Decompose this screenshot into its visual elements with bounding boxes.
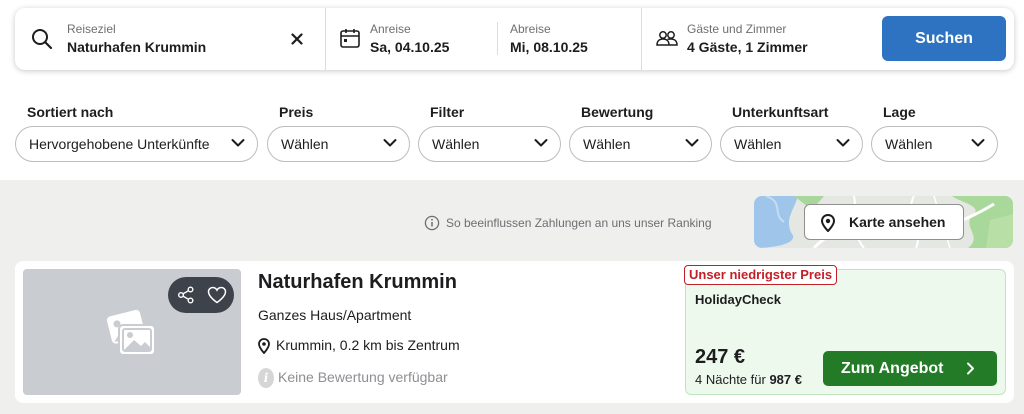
info-badge-icon: i — [258, 368, 274, 388]
price-select[interactable]: Wählen — [267, 126, 410, 162]
map-pin-icon — [821, 214, 835, 232]
guests-label: Gäste und Zimmer — [687, 22, 787, 36]
filter-filter: Filter Wählen — [418, 104, 561, 162]
filter-location: Lage Wählen — [871, 104, 998, 162]
destination-label: Reiseziel — [67, 22, 116, 36]
filter-title: Filter — [430, 104, 465, 120]
location-select[interactable]: Wählen — [871, 126, 998, 162]
offer-box[interactable]: Unser niedrigster Preis HolidayCheck 247… — [684, 265, 1006, 395]
departure-label: Abreise — [510, 22, 551, 36]
offer-button-label: Zum Angebot — [841, 360, 944, 377]
filter-title: Bewertung — [581, 104, 654, 120]
heart-icon — [207, 286, 227, 304]
filter-title: Sortiert nach — [27, 104, 114, 120]
search-bar: Reiseziel Naturhafen Krummin Anreise Sa,… — [15, 8, 1014, 70]
offer-provider: HolidayCheck — [695, 292, 781, 307]
offer-total: 4 Nächte für 987 € — [695, 372, 802, 387]
rating-text: Keine Bewertung verfügbar — [278, 369, 448, 385]
sort-select[interactable]: Hervorgehobene Unterkünfte — [15, 126, 258, 162]
offer-total-value: 987 € — [769, 372, 802, 387]
view-map-button[interactable]: Karte ansehen — [804, 204, 964, 240]
clear-icon[interactable] — [291, 33, 303, 45]
date-range-field[interactable]: Anreise Sa, 04.10.25 Abreise Mi, 08.10.2… — [325, 8, 641, 70]
accommodation-type: Ganzes Haus/Apartment — [258, 307, 412, 323]
photo-actions — [168, 277, 234, 313]
offer-price: 247 € — [695, 346, 746, 368]
chevron-down-icon — [685, 139, 699, 147]
view-map-label: Karte ansehen — [849, 214, 946, 230]
destination-value: Naturhafen Krummin — [67, 39, 207, 55]
chevron-down-icon — [534, 139, 548, 147]
search-button[interactable]: Suchen — [882, 16, 1006, 61]
hotel-photo-placeholder[interactable] — [23, 269, 241, 395]
select-value: Wählen — [734, 136, 782, 152]
chevron-right-icon — [967, 362, 974, 375]
lowest-price-badge: Unser niedrigster Preis — [684, 265, 838, 285]
chevron-down-icon — [231, 139, 245, 147]
select-value: Wählen — [281, 136, 329, 152]
select-value: Wählen — [885, 136, 933, 152]
filter-sort: Sortiert nach Hervorgehobene Unterkünfte — [15, 104, 258, 162]
arrival-value: Sa, 04.10.25 — [370, 39, 450, 55]
offer-total-prefix: 4 Nächte für — [695, 372, 766, 387]
chevron-down-icon — [836, 139, 850, 147]
search-icon — [32, 29, 53, 50]
share-icon — [178, 286, 194, 304]
map-preview[interactable]: Karte ansehen — [754, 196, 1013, 248]
location-pin-icon — [258, 338, 270, 354]
location-text: Krummin, 0.2 km bis Zentrum — [276, 337, 460, 353]
info-icon — [424, 215, 440, 231]
share-button[interactable] — [170, 277, 203, 313]
rating-select[interactable]: Wählen — [569, 126, 712, 162]
filter-title: Lage — [883, 104, 916, 120]
select-value: Hervorgehobene Unterkünfte — [29, 136, 210, 152]
guests-value: 4 Gäste, 1 Zimmer — [687, 39, 808, 55]
header-area: Reiseziel Naturhafen Krummin Anreise Sa,… — [0, 0, 1024, 180]
calendar-icon — [340, 29, 360, 48]
go-to-offer-button[interactable]: Zum Angebot — [823, 351, 997, 386]
hotel-name[interactable]: Naturhafen Krummin — [258, 271, 457, 294]
filter-accommodation-type: Unterkunftsart Wählen — [720, 104, 863, 162]
guests-icon — [656, 31, 678, 46]
filter-title: Preis — [279, 104, 314, 120]
filter-title: Unterkunftsart — [732, 104, 829, 120]
chevron-down-icon — [383, 139, 397, 147]
guests-rooms-field[interactable]: Gäste und Zimmer 4 Gäste, 1 Zimmer — [641, 8, 881, 70]
select-value: Wählen — [583, 136, 631, 152]
select-value: Wählen — [432, 136, 480, 152]
arrival-label: Anreise — [370, 22, 411, 36]
ranking-note-text: So beeinflussen Zahlungen an uns unser R… — [446, 216, 712, 230]
date-divider — [497, 22, 498, 55]
favorite-button[interactable] — [200, 277, 233, 313]
departure-value: Mi, 08.10.25 — [510, 39, 588, 55]
hotel-card[interactable]: Naturhafen Krummin Ganzes Haus/Apartment… — [15, 261, 1014, 403]
filter-price: Preis Wählen — [267, 104, 410, 162]
filter-select[interactable]: Wählen — [418, 126, 561, 162]
chevron-down-icon — [971, 139, 985, 147]
filter-rating: Bewertung Wählen — [569, 104, 712, 162]
destination-field[interactable]: Reiseziel Naturhafen Krummin — [15, 8, 325, 70]
accommodation-type-select[interactable]: Wählen — [720, 126, 863, 162]
image-placeholder-icon — [106, 309, 156, 356]
